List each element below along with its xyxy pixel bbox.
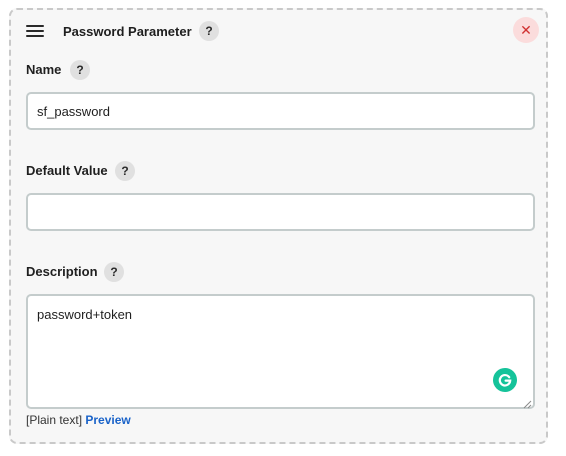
description-textarea[interactable]: password+token (26, 294, 535, 409)
default-value-input[interactable] (26, 193, 535, 231)
preview-link[interactable]: Preview (85, 413, 130, 427)
description-footer: [Plain text] Preview (26, 412, 131, 428)
plain-text-format-label: [Plain text] (26, 413, 83, 427)
grammarly-icon[interactable] (493, 368, 517, 392)
title-help-icon[interactable]: ? (199, 21, 219, 41)
remove-parameter-button[interactable]: ✕ (513, 17, 539, 43)
default-value-help-icon[interactable]: ? (115, 161, 135, 181)
default-value-label: Default Value (26, 163, 108, 178)
textarea-resize-grip-icon[interactable] (522, 396, 532, 409)
drag-handle-icon[interactable] (26, 25, 44, 39)
name-input[interactable] (26, 92, 535, 130)
name-help-icon[interactable]: ? (70, 60, 90, 80)
description-label: Description (26, 264, 98, 279)
description-help-icon[interactable]: ? (104, 262, 124, 282)
parameter-title: Password Parameter (63, 24, 192, 39)
name-label: Name (26, 62, 62, 77)
